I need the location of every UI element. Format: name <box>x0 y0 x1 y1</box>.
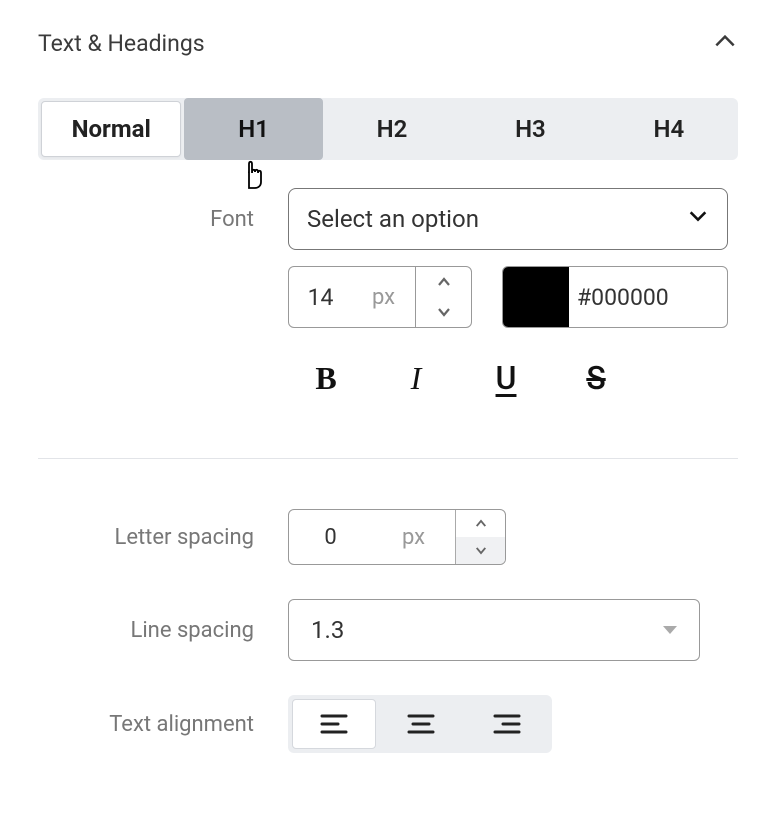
font-size-unit: px <box>352 267 415 327</box>
font-details-row: 14 px #000000 <box>288 266 738 328</box>
chevron-up-icon[interactable] <box>712 28 738 58</box>
strikethrough-button[interactable]: S <box>576 358 616 398</box>
tab-label: H1 <box>238 115 269 143</box>
italic-button[interactable]: I <box>396 358 436 398</box>
italic-icon: I <box>411 360 422 397</box>
underline-icon: U <box>496 359 517 397</box>
cursor-pointer-icon <box>240 158 268 190</box>
chevron-down-icon <box>687 205 709 233</box>
tab-normal[interactable]: Normal <box>41 101 181 157</box>
section-header: Text & Headings <box>38 0 738 76</box>
line-spacing-value: 1.3 <box>311 616 344 644</box>
stepper-down-icon[interactable] <box>456 537 505 564</box>
line-spacing-row: Line spacing 1.3 <box>38 599 738 661</box>
tab-h4[interactable]: H4 <box>600 98 738 160</box>
font-row: Font Select an option <box>38 188 738 250</box>
tab-label: H2 <box>377 115 408 143</box>
stepper-up-icon[interactable] <box>416 267 471 297</box>
section-divider <box>38 458 738 459</box>
color-hex-value: #000000 <box>569 284 727 311</box>
bold-button[interactable]: B <box>306 358 346 398</box>
tab-label: Normal <box>72 115 151 143</box>
color-swatch[interactable] <box>503 266 569 328</box>
align-left-button[interactable] <box>292 699 376 749</box>
align-right-icon <box>493 713 521 735</box>
stepper-up-icon[interactable] <box>456 510 505 537</box>
letter-spacing-input[interactable]: 0 px <box>288 509 506 565</box>
font-size-value: 14 <box>289 267 352 327</box>
stepper-down-icon[interactable] <box>416 297 471 327</box>
align-right-button[interactable] <box>466 699 548 749</box>
letter-spacing-steppers <box>455 510 505 564</box>
tab-label: H3 <box>515 115 546 143</box>
font-size-steppers <box>415 267 471 327</box>
tab-h1[interactable]: H1 <box>184 98 322 160</box>
align-left-icon <box>320 713 348 735</box>
text-alignment-group <box>288 695 552 753</box>
letter-spacing-unit: px <box>372 510 455 564</box>
letter-spacing-value: 0 <box>289 510 372 564</box>
line-spacing-select[interactable]: 1.3 <box>288 599 700 661</box>
font-select-placeholder: Select an option <box>307 205 479 233</box>
align-center-icon <box>407 713 435 735</box>
heading-tabs: Normal H1 H2 H3 H4 <box>38 98 738 160</box>
text-alignment-row: Text alignment <box>38 695 738 753</box>
align-center-button[interactable] <box>380 699 462 749</box>
letter-spacing-row: Letter spacing 0 px <box>38 509 738 565</box>
font-color-input[interactable]: #000000 <box>502 266 728 328</box>
text-style-buttons: B I U S <box>306 358 738 398</box>
text-alignment-label: Text alignment <box>38 712 288 737</box>
tab-h3[interactable]: H3 <box>461 98 599 160</box>
bold-icon: B <box>315 360 336 397</box>
letter-spacing-label: Letter spacing <box>38 525 288 550</box>
strikethrough-icon: S <box>586 359 605 397</box>
tab-h2[interactable]: H2 <box>323 98 461 160</box>
font-label: Font <box>38 207 288 232</box>
font-size-input[interactable]: 14 px <box>288 266 472 328</box>
font-select[interactable]: Select an option <box>288 188 728 250</box>
section-title: Text & Headings <box>38 30 205 57</box>
underline-button[interactable]: U <box>486 358 526 398</box>
line-spacing-label: Line spacing <box>38 618 288 643</box>
tab-label: H4 <box>653 115 684 143</box>
caret-down-icon <box>663 626 677 634</box>
